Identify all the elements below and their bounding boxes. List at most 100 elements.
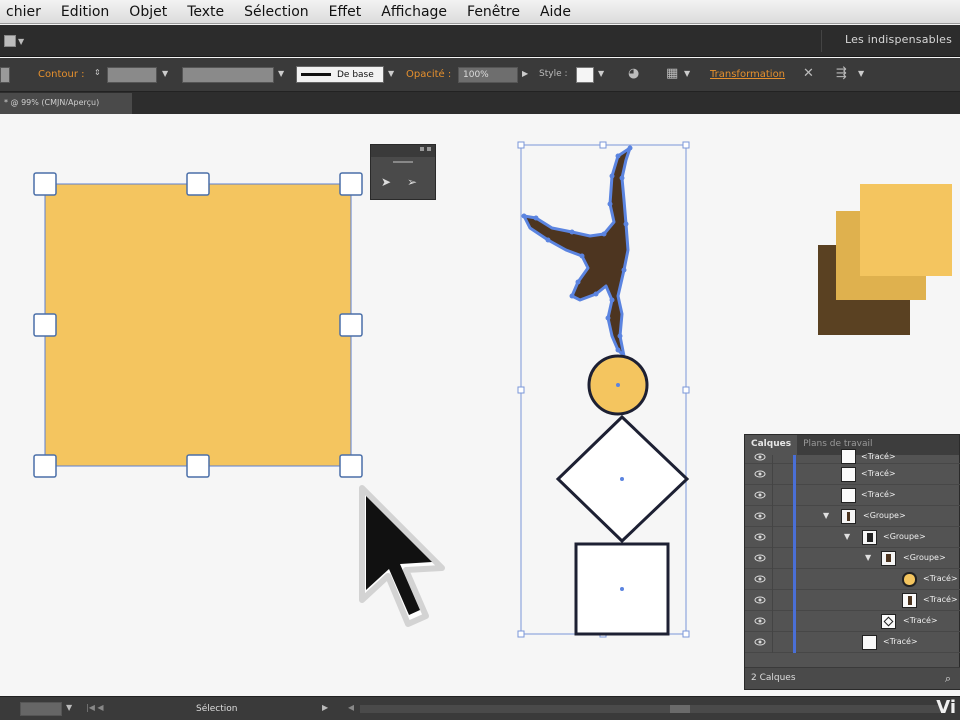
chevron-down-icon[interactable]: ▼ — [684, 69, 690, 78]
list-item[interactable]: <Tracé> — [745, 632, 960, 653]
expand-triangle-icon[interactable]: ▼ — [865, 553, 871, 562]
panel-grip[interactable] — [393, 161, 413, 163]
eye-icon[interactable] — [754, 511, 766, 521]
application-bar: ▼ Les indispensables — [0, 25, 960, 57]
list-item[interactable]: <Tracé> — [745, 590, 960, 611]
direct-selection-tool-icon[interactable]: ➢ — [407, 175, 419, 189]
eye-icon[interactable] — [754, 532, 766, 542]
opacity-link[interactable]: Opacité : — [406, 69, 451, 80]
recolor-artwork-icon[interactable]: ◕ — [628, 66, 639, 81]
handle-top-left[interactable] — [33, 172, 57, 196]
chevron-down-icon[interactable]: ▼ — [598, 69, 604, 78]
layer-thumbnail — [841, 509, 856, 524]
fill-swatch[interactable] — [0, 67, 10, 83]
scroll-left-icon[interactable]: ◂ — [348, 700, 354, 714]
menu-objet[interactable]: Objet — [119, 4, 177, 20]
chevron-right-icon[interactable]: ▶ — [322, 703, 328, 712]
menu-selection[interactable]: Sélection — [234, 4, 319, 20]
chevron-down-icon[interactable]: ▼ — [388, 69, 394, 78]
menu-edition[interactable]: Edition — [51, 4, 119, 20]
brand-watermark: Vi — [936, 697, 956, 718]
list-item[interactable]: <Tracé> — [745, 485, 960, 506]
chevron-down-icon[interactable]: ▼ — [66, 703, 72, 712]
chevron-down-icon[interactable]: ▼ — [162, 69, 168, 78]
control-bar: Contour : ⇕ ▼ ▼ De base ▼ Opacité : 100%… — [0, 58, 960, 92]
dancer-figure[interactable] — [522, 146, 632, 358]
menu-affichage[interactable]: Affichage — [371, 4, 457, 20]
handle-bottom-right[interactable] — [339, 454, 363, 478]
chevron-down-icon[interactable]: ▶ — [522, 69, 528, 78]
eye-icon[interactable] — [754, 637, 766, 647]
menu-texte[interactable]: Texte — [177, 4, 234, 20]
panel-header[interactable] — [371, 145, 435, 157]
layer-name: <Tracé> — [903, 616, 938, 625]
layer-name: <Tracé> — [923, 595, 958, 604]
layer-name: <Tracé> — [923, 574, 958, 583]
chevron-down-icon[interactable]: ▼ — [278, 69, 284, 78]
eye-icon[interactable] — [754, 574, 766, 584]
status-bar: ▼ |◀ ◀ Sélection ▶ ◂ Vi — [0, 696, 960, 720]
menu-effet[interactable]: Effet — [319, 4, 372, 20]
layer-thumbnail — [902, 572, 917, 587]
handle-middle-right[interactable] — [339, 313, 363, 337]
list-item[interactable]: <Tracé> — [745, 464, 960, 485]
document-tab[interactable]: * @ 99% (CMJN/Aperçu) — [0, 93, 132, 114]
list-item[interactable]: <Tracé> — [745, 569, 960, 590]
handle-bottom-left[interactable] — [33, 454, 57, 478]
horizontal-scrollbar[interactable] — [360, 705, 940, 713]
stroke-weight-stepper[interactable]: ⇕ — [94, 68, 101, 77]
list-item[interactable]: ▼ <Groupe> — [745, 506, 960, 527]
zoom-input[interactable] — [20, 702, 62, 716]
layer-thumbnail — [862, 530, 877, 545]
list-item[interactable]: ▼ <Groupe> — [745, 548, 960, 569]
collapse-icon[interactable] — [420, 147, 424, 151]
floating-tool-panel[interactable]: ➤ ➢ — [370, 144, 436, 200]
previous-artboard-icon[interactable]: |◀ ◀ — [86, 703, 104, 712]
arrange-documents-button[interactable]: ▼ — [4, 32, 32, 50]
transform-link[interactable]: Transformation — [710, 69, 785, 80]
yellow-square[interactable] — [45, 184, 351, 466]
opacity-input[interactable]: 100% — [458, 67, 518, 83]
eye-icon[interactable] — [754, 553, 766, 563]
light-square[interactable] — [860, 184, 952, 276]
eye-icon[interactable] — [754, 616, 766, 626]
chevron-down-icon[interactable]: ▼ — [858, 69, 864, 78]
graphic-style-swatch[interactable] — [576, 67, 594, 83]
handle-top-center[interactable] — [186, 172, 210, 196]
search-icon[interactable]: ⌕ — [945, 672, 951, 686]
scrollbar-thumb[interactable] — [670, 705, 690, 713]
list-item[interactable]: <Tracé> — [745, 449, 960, 464]
handle-top-right[interactable] — [339, 172, 363, 196]
stroke-weight-field[interactable] — [107, 67, 157, 83]
layers-footer: 2 Calques ⌕ — [745, 667, 960, 689]
variable-width-profile[interactable] — [182, 67, 274, 83]
handle-middle-left[interactable] — [33, 313, 57, 337]
eye-icon[interactable] — [754, 469, 766, 479]
eye-icon[interactable] — [754, 452, 766, 462]
list-item[interactable]: ▼ <Groupe> — [745, 527, 960, 548]
stroke-profile-label: De base — [337, 69, 374, 80]
menu-aide[interactable]: Aide — [530, 4, 581, 20]
status-tool-label[interactable]: Sélection — [196, 704, 237, 714]
isolate-group-icon[interactable]: ✕ — [803, 66, 814, 81]
handle-bottom-center[interactable] — [186, 454, 210, 478]
align-icon[interactable]: ▦ — [666, 66, 678, 81]
layer-thumbnail — [841, 488, 856, 503]
menu-fichier[interactable]: chier — [0, 4, 51, 20]
tab-layers[interactable]: Calques — [745, 435, 798, 455]
stroke-link[interactable]: Contour : — [38, 69, 84, 80]
close-icon[interactable] — [427, 147, 431, 151]
document-tab-bar: * @ 99% (CMJN/Aperçu) — [0, 92, 960, 114]
layer-name: <Tracé> — [861, 490, 896, 499]
list-item[interactable]: <Tracé> — [745, 611, 960, 632]
eye-icon[interactable] — [754, 595, 766, 605]
selection-tool-icon[interactable]: ➤ — [381, 175, 393, 189]
panel-menu-icon[interactable]: ⇶ — [836, 66, 847, 81]
eye-icon[interactable] — [754, 490, 766, 500]
brush-definition-field[interactable]: De base — [296, 66, 384, 83]
stroke-line-icon — [301, 73, 331, 76]
workspace-switcher[interactable]: Les indispensables — [845, 33, 952, 46]
expand-triangle-icon[interactable]: ▼ — [823, 511, 829, 520]
menu-fenetre[interactable]: Fenêtre — [457, 4, 530, 20]
expand-triangle-icon[interactable]: ▼ — [844, 532, 850, 541]
